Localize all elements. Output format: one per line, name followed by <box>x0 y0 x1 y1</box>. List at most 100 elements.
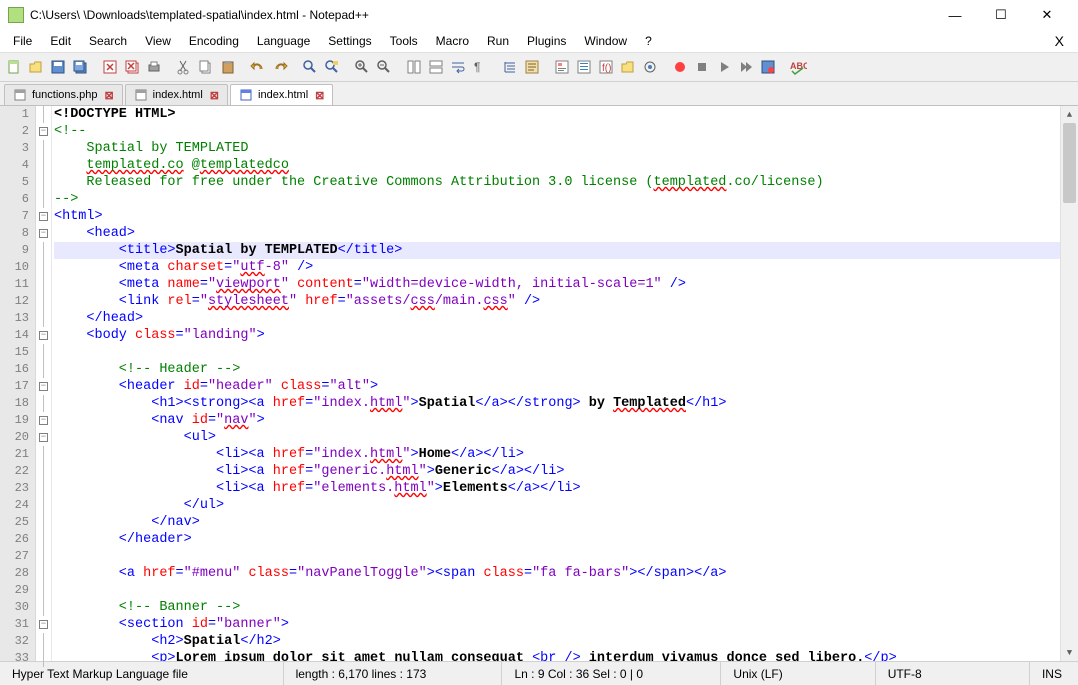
code-line[interactable]: <nav id="nav"> <box>54 412 1060 429</box>
copy-button[interactable] <box>196 57 216 77</box>
scrollbar-thumb[interactable] <box>1063 123 1076 203</box>
func-list-button[interactable]: f() <box>596 57 616 77</box>
code-editor[interactable]: 1234567891011121314151617181920212223242… <box>0 106 1078 661</box>
new-file-button[interactable] <box>4 57 24 77</box>
status-encoding[interactable]: UTF-8 <box>876 662 1030 685</box>
fold-toggle-icon[interactable]: − <box>39 331 48 340</box>
code-line[interactable]: </head> <box>54 310 1060 327</box>
code-line[interactable]: <li><a href="index.html">Home</a></li> <box>54 446 1060 463</box>
tab-close-icon[interactable]: ⊠ <box>104 89 113 102</box>
open-file-button[interactable] <box>26 57 46 77</box>
tab-close-icon[interactable]: ⊠ <box>210 89 219 102</box>
file-tab[interactable]: index.html⊠ <box>125 84 228 105</box>
code-line[interactable]: --> <box>54 191 1060 208</box>
code-line[interactable]: <!-- Banner --> <box>54 599 1060 616</box>
spellcheck-button[interactable]: ABC <box>788 57 808 77</box>
scroll-down-icon[interactable]: ▼ <box>1061 644 1078 661</box>
fold-toggle-icon[interactable]: − <box>39 382 48 391</box>
folder-workspace-button[interactable] <box>618 57 638 77</box>
record-macro-button[interactable] <box>670 57 690 77</box>
vertical-scrollbar[interactable]: ▲ ▼ <box>1060 106 1078 661</box>
code-line[interactable]: <li><a href="elements.html">Elements</a>… <box>54 480 1060 497</box>
code-line[interactable]: <h2>Spatial</h2> <box>54 633 1060 650</box>
indent-guide-button[interactable] <box>500 57 520 77</box>
code-line[interactable] <box>54 344 1060 361</box>
code-line[interactable]: templated.co @templatedco <box>54 157 1060 174</box>
menu-language[interactable]: Language <box>248 32 319 50</box>
code-line[interactable]: <link rel="stylesheet" href="assets/css/… <box>54 293 1060 310</box>
menu-tools[interactable]: Tools <box>381 32 427 50</box>
code-line[interactable]: Spatial by TEMPLATED <box>54 140 1060 157</box>
menu-search[interactable]: Search <box>80 32 136 50</box>
menu-run[interactable]: Run <box>478 32 518 50</box>
close-file-button[interactable] <box>100 57 120 77</box>
code-line[interactable]: <header id="header" class="alt"> <box>54 378 1060 395</box>
code-line[interactable]: <html> <box>54 208 1060 225</box>
menu-view[interactable]: View <box>136 32 180 50</box>
code-line[interactable]: </ul> <box>54 497 1060 514</box>
minimize-button[interactable]: ― <box>932 0 978 30</box>
maximize-button[interactable]: ☐ <box>978 0 1024 30</box>
code-line[interactable]: <section id="banner"> <box>54 616 1060 633</box>
cut-button[interactable] <box>174 57 194 77</box>
fold-gutter[interactable]: − − − − − − − − <box>36 106 52 661</box>
zoom-out-button[interactable] <box>374 57 394 77</box>
menu-help[interactable]: ? <box>636 32 661 50</box>
code-line[interactable]: <head> <box>54 225 1060 242</box>
code-line[interactable]: Released for free under the Creative Com… <box>54 174 1060 191</box>
code-line[interactable]: <!-- <box>54 123 1060 140</box>
code-line[interactable]: <!DOCTYPE HTML> <box>54 106 1060 123</box>
menu-window[interactable]: Window <box>575 32 636 50</box>
fold-toggle-icon[interactable]: − <box>39 620 48 629</box>
undo-button[interactable] <box>248 57 268 77</box>
menu-plugins[interactable]: Plugins <box>518 32 575 50</box>
stop-macro-button[interactable] <box>692 57 712 77</box>
tab-close-icon[interactable]: ⊠ <box>315 89 324 102</box>
menu-settings[interactable]: Settings <box>319 32 380 50</box>
scroll-up-icon[interactable]: ▲ <box>1061 106 1078 123</box>
save-button[interactable] <box>48 57 68 77</box>
close-all-button[interactable] <box>122 57 142 77</box>
zoom-in-button[interactable] <box>352 57 372 77</box>
save-all-button[interactable] <box>70 57 90 77</box>
print-button[interactable] <box>144 57 164 77</box>
code-line[interactable]: <li><a href="generic.html">Generic</a></… <box>54 463 1060 480</box>
fold-toggle-icon[interactable]: − <box>39 127 48 136</box>
file-tab[interactable]: functions.php⊠ <box>4 84 123 105</box>
menu-file[interactable]: File <box>4 32 41 50</box>
doc-map-button[interactable] <box>552 57 572 77</box>
code-line[interactable]: <ul> <box>54 429 1060 446</box>
code-area[interactable]: <!DOCTYPE HTML><!-- Spatial by TEMPLATED… <box>52 106 1060 661</box>
code-line[interactable]: <p>Lorem ipsum dolor sit amet nullam con… <box>54 650 1060 661</box>
fold-toggle-icon[interactable]: − <box>39 212 48 221</box>
show-all-chars-button[interactable]: ¶ <box>470 57 490 77</box>
code-line[interactable] <box>54 548 1060 565</box>
menu-encoding[interactable]: Encoding <box>180 32 248 50</box>
code-line[interactable]: <meta name="viewport" content="width=dev… <box>54 276 1060 293</box>
code-line[interactable] <box>54 582 1060 599</box>
code-line[interactable]: <!-- Header --> <box>54 361 1060 378</box>
sync-h-button[interactable] <box>426 57 446 77</box>
fold-toggle-icon[interactable]: − <box>39 416 48 425</box>
code-line[interactable]: </header> <box>54 531 1060 548</box>
play-multi-button[interactable] <box>736 57 756 77</box>
udl-button[interactable] <box>522 57 542 77</box>
redo-button[interactable] <box>270 57 290 77</box>
status-mode[interactable]: INS <box>1030 662 1078 685</box>
save-macro-button[interactable] <box>758 57 778 77</box>
file-tab[interactable]: index.html⊠ <box>230 84 333 105</box>
fold-toggle-icon[interactable]: − <box>39 229 48 238</box>
code-line[interactable]: <a href="#menu" class="navPanelToggle"><… <box>54 565 1060 582</box>
wordwrap-button[interactable] <box>448 57 468 77</box>
code-line[interactable]: <h1><strong><a href="index.html">Spatial… <box>54 395 1060 412</box>
replace-button[interactable] <box>322 57 342 77</box>
menu-macro[interactable]: Macro <box>427 32 478 50</box>
menubar-close-button[interactable]: X <box>1046 31 1074 51</box>
find-button[interactable] <box>300 57 320 77</box>
menu-edit[interactable]: Edit <box>41 32 80 50</box>
code-line[interactable]: <body class="landing"> <box>54 327 1060 344</box>
play-macro-button[interactable] <box>714 57 734 77</box>
status-eol[interactable]: Unix (LF) <box>721 662 875 685</box>
paste-button[interactable] <box>218 57 238 77</box>
fold-toggle-icon[interactable]: − <box>39 433 48 442</box>
